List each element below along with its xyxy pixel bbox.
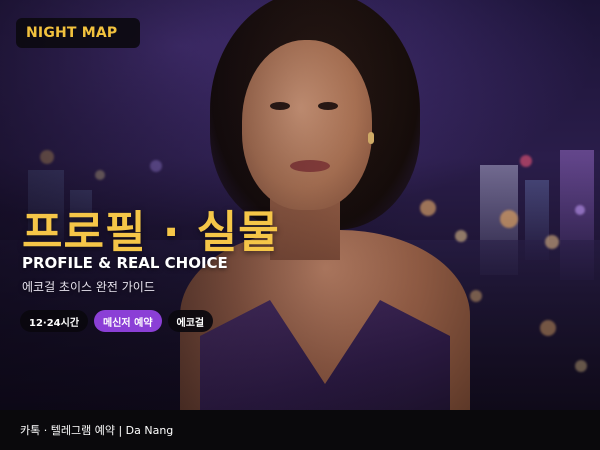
headline-subtitle: 에코걸 초이스 완전 가이드	[22, 280, 155, 294]
headline-korean: 프로필 · 실물	[22, 207, 280, 258]
tag-messenger-booking[interactable]: 메신저 예약	[94, 310, 162, 332]
tag-list: 12·24시간 메신저 예약 에코걸	[20, 310, 214, 332]
tag-echo-girl[interactable]: 에코걸	[167, 310, 214, 332]
promo-card: NIGHT MAP 프로필 · 실물 PROFILE & REAL CHOICE…	[0, 0, 600, 450]
headline-english: PROFILE & REAL CHOICE	[22, 254, 228, 272]
footer-bar: 카톡 · 텔레그램 예약 | Da Nang	[0, 410, 600, 450]
footer-text: 카톡 · 텔레그램 예약 | Da Nang	[20, 424, 174, 437]
tag-hours[interactable]: 12·24시간	[20, 310, 89, 332]
badge-label: NIGHT MAP	[26, 25, 118, 41]
night-map-badge: NIGHT MAP	[16, 18, 140, 48]
